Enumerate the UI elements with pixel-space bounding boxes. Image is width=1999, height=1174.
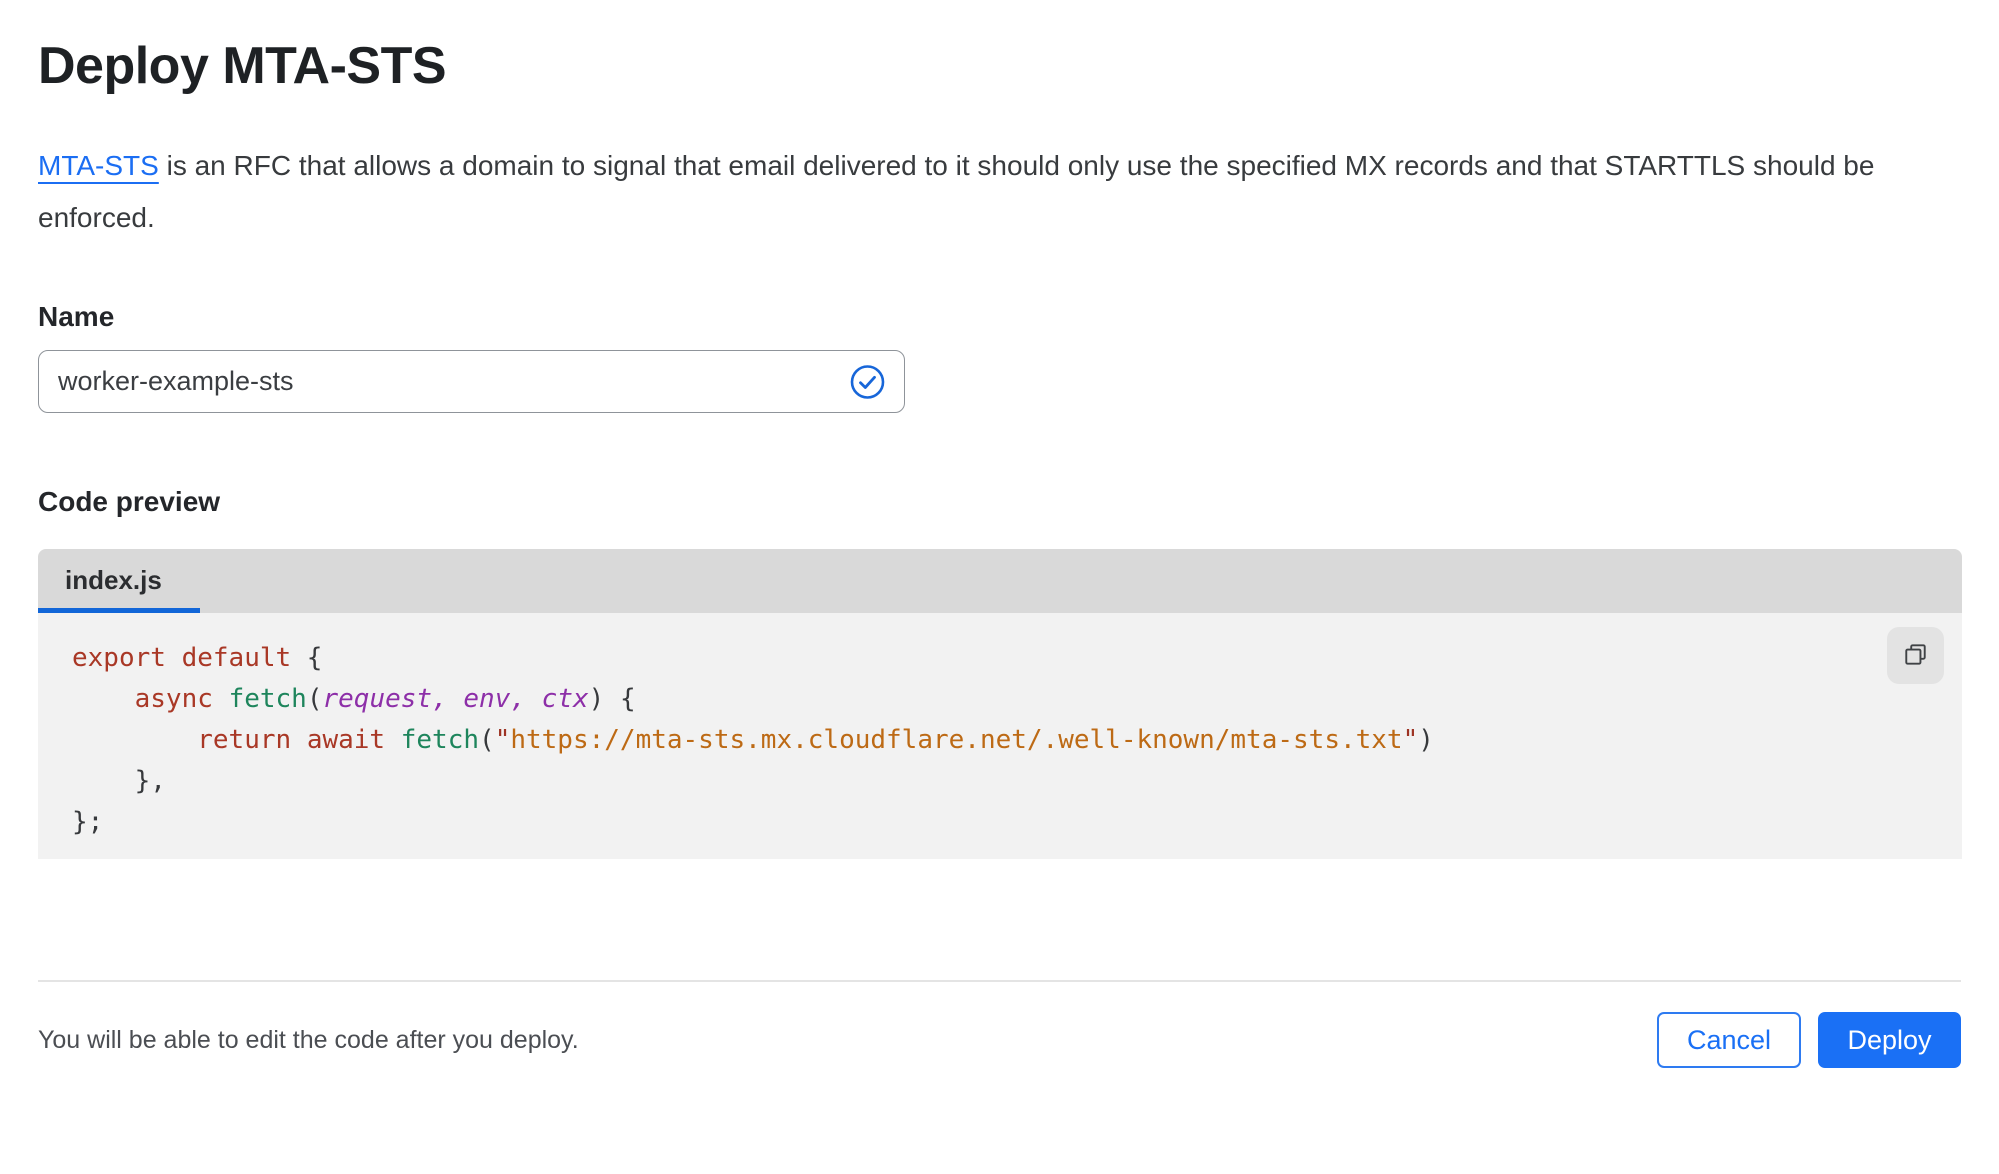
cancel-button[interactable]: Cancel — [1657, 1012, 1801, 1068]
code-block: export default { async fetch(request, en… — [72, 643, 1434, 837]
name-input[interactable] — [38, 350, 905, 413]
code-tabbar: index.js — [38, 549, 1962, 613]
footer-actions: Cancel Deploy — [1657, 1012, 1961, 1068]
circle-check-icon — [849, 363, 886, 400]
footer-note: You will be able to edit the code after … — [38, 1025, 579, 1054]
code-preview-label: Code preview — [38, 486, 221, 517]
mta-sts-link[interactable]: MTA-STS — [38, 150, 159, 181]
footer: You will be able to edit the code after … — [38, 1012, 1961, 1068]
code-area: export default { async fetch(request, en… — [38, 613, 1962, 859]
name-input-wrap — [38, 350, 905, 413]
tab-label: index.js — [65, 565, 162, 595]
name-label: Name — [38, 301, 115, 332]
copy-code-button[interactable] — [1887, 627, 1944, 684]
page-description: MTA-STS is an RFC that allows a domain t… — [38, 140, 1938, 244]
copy-icon — [1902, 641, 1929, 671]
page-description-text: is an RFC that allows a domain to signal… — [38, 150, 1875, 233]
page-title: Deploy MTA-STS — [38, 37, 447, 95]
deploy-button[interactable]: Deploy — [1818, 1012, 1961, 1068]
deploy-mta-sts-page: Deploy MTA-STS MTA-STS is an RFC that al… — [0, 36, 1999, 1174]
tab-index-js[interactable]: index.js — [38, 549, 200, 613]
footer-divider — [38, 980, 1961, 982]
